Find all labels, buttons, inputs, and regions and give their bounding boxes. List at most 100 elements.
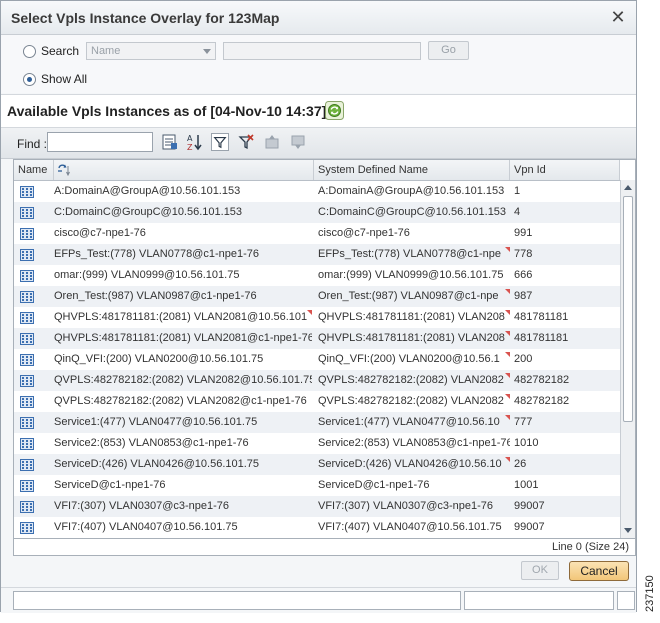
vpls-instance-icon: [20, 396, 34, 408]
cell-system-name: EFPs_Test:(778) VLAN0778@c1-npe: [318, 248, 501, 260]
table-row[interactable]: QHVPLS:481781181:(2081) VLAN2081@10.56.1…: [14, 307, 620, 328]
truncation-marker-icon: [505, 457, 510, 462]
table-row[interactable]: QVPLS:482782182:(2082) VLAN2082@c1-npe1-…: [14, 391, 620, 412]
go-button[interactable]: Go: [428, 41, 469, 60]
scroll-up-icon[interactable]: [624, 185, 632, 190]
dialog-titlebar: Select Vpls Instance Overlay for 123Map …: [1, 1, 636, 35]
table-row[interactable]: cisco@c7-npe1-76 cisco@c7-npe1-76 991: [14, 223, 620, 244]
cell-vpn-id: 666: [514, 269, 533, 281]
vpls-instance-icon: [20, 207, 34, 219]
cell-vpn-id: 777: [514, 416, 533, 428]
search-field-select[interactable]: Name: [86, 42, 216, 60]
cell-vpn-id: 1001: [514, 479, 539, 491]
table-row[interactable]: QinQ_VFI:(200) VLAN0200@10.56.101.75 QinQ…: [14, 349, 620, 370]
table-row[interactable]: Service1:(477) VLAN0477@10.56.101.75 Serv…: [14, 412, 620, 433]
table-row[interactable]: omar:(999) VLAN0999@10.56.101.75 omar:(99…: [14, 265, 620, 286]
export-icon[interactable]: [161, 133, 179, 151]
table-row[interactable]: QHVPLS:481781181:(2081) VLAN2081@c1-npe1…: [14, 328, 620, 349]
move-down-icon[interactable]: [289, 133, 307, 151]
cell-system-name: C:DomainC@GroupC@10.56.101.153: [318, 206, 507, 218]
column-header-name[interactable]: Name: [14, 160, 54, 180]
table-row[interactable]: Oren_Test:(987) VLAN0987@c1-npe1-76 Oren_…: [14, 286, 620, 307]
sort-icon[interactable]: A Z: [185, 133, 203, 151]
cell-system-name: QHVPLS:481781181:(2081) VLAN208: [318, 311, 505, 323]
cell-vpn-id: 1010: [514, 437, 539, 449]
refresh-icon[interactable]: [325, 101, 344, 120]
truncation-marker-icon: [505, 289, 510, 294]
cell-name: cisco@c7-npe1-76: [54, 227, 146, 239]
cell-vpn-id: 1: [514, 185, 521, 197]
truncation-marker-icon: [505, 247, 510, 252]
scrollbar-thumb[interactable]: [623, 196, 633, 422]
table-toolbar: Find : A Z: [1, 128, 636, 159]
clear-filter-icon[interactable]: [237, 133, 255, 151]
cell-vpn-id: 482782182: [514, 374, 570, 386]
vpls-instance-icon: [20, 333, 34, 345]
cell-name: QVPLS:482782182:(2082) VLAN2082@10.56.10…: [54, 374, 312, 386]
vertical-scrollbar[interactable]: [620, 180, 635, 538]
search-input[interactable]: [223, 42, 421, 60]
find-input[interactable]: [47, 132, 153, 152]
dialog-title: Select Vpls Instance Overlay for 123Map: [11, 10, 280, 26]
table-row[interactable]: ServiceD@c1-npe1-76 ServiceD@c1-npe1-76 10…: [14, 475, 620, 496]
cell-vpn-id: 987: [514, 290, 533, 302]
truncation-marker-icon: [505, 310, 510, 315]
cell-name: QVPLS:482782182:(2082) VLAN2082@c1-npe1-…: [54, 395, 307, 407]
search-radio-label: Search: [41, 44, 80, 58]
svg-text:Z: Z: [187, 143, 193, 151]
cell-name: ServiceD@c1-npe1-76: [54, 479, 166, 491]
cell-vpn-id: 26: [514, 458, 527, 470]
cell-name: omar:(999) VLAN0999@10.56.101.75: [54, 269, 240, 281]
figure-id: 237150: [644, 575, 656, 612]
cell-vpn-id: 991: [514, 227, 533, 239]
table-row[interactable]: ServiceD:(426) VLAN0426@10.56.101.75 Serv…: [14, 454, 620, 475]
cell-system-name: A:DomainA@GroupA@10.56.101.153: [318, 185, 505, 197]
search-field-select-value: Name: [91, 45, 121, 57]
table-row[interactable]: A:DomainA@GroupA@10.56.101.153 A:DomainA@…: [14, 181, 620, 202]
cell-system-name: Service2:(853) VLAN0853@c1-npe1-76: [318, 437, 510, 449]
table-row[interactable]: EFPs_Test:(778) VLAN0778@c1-npe1-76 EFPs_…: [14, 244, 620, 265]
vpls-instance-icon: [20, 312, 34, 324]
line-info: Line 0 (Size 24): [551, 541, 629, 553]
table-row[interactable]: VFI7:(307) VLAN0307@c3-npe1-76 VFI7:(307)…: [14, 496, 620, 517]
cell-name: QHVPLS:481781181:(2081) VLAN2081@10.56.1…: [54, 311, 308, 323]
cell-system-name: Oren_Test:(987) VLAN0987@c1-npe: [318, 290, 499, 302]
cell-name: Oren_Test:(987) VLAN0987@c1-npe1-76: [54, 290, 257, 302]
cell-name: Service2:(853) VLAN0853@c1-npe1-76: [54, 437, 249, 449]
scroll-down-icon[interactable]: [624, 528, 632, 533]
cell-system-name: QHVPLS:481781181:(2081) VLAN208: [318, 332, 505, 344]
close-icon[interactable]: ✕: [608, 7, 628, 27]
cell-vpn-id: 481781181: [514, 311, 569, 323]
vpls-instance-icon: [20, 270, 34, 282]
vpls-instance-icon: [20, 438, 34, 450]
table-row[interactable]: VFI7:(407) VLAN0407@10.56.101.75 VFI7:(40…: [14, 517, 620, 538]
available-instances-heading: Available Vpls Instances as of [04-Nov-1…: [7, 103, 327, 119]
cell-system-name: cisco@c7-npe1-76: [318, 227, 410, 239]
table-row[interactable]: Service2:(853) VLAN0853@c1-npe1-76 Servic…: [14, 433, 620, 454]
cancel-button[interactable]: Cancel: [569, 561, 629, 581]
cell-system-name: QVPLS:482782182:(2082) VLAN2082: [318, 395, 504, 407]
column-header-vpn-id[interactable]: Vpn Id: [510, 160, 620, 180]
column-header-sort[interactable]: [54, 160, 314, 180]
search-panel: Search Name Go Show All: [1, 35, 636, 93]
ok-button[interactable]: OK: [521, 561, 559, 580]
table-row[interactable]: QVPLS:482782182:(2082) VLAN2082@10.56.10…: [14, 370, 620, 391]
vpls-instances-table: Name System Defined Name Vpn Id A:Domain…: [13, 159, 636, 539]
cell-system-name: QinQ_VFI:(200) VLAN0200@10.56.1: [318, 353, 500, 365]
sort-ascending-icon: [58, 164, 70, 177]
table-row[interactable]: C:DomainC@GroupC@10.56.101.153 C:DomainC@…: [14, 202, 620, 223]
cell-name: VFI7:(307) VLAN0307@c3-npe1-76: [54, 500, 230, 512]
show-all-radio[interactable]: [23, 73, 36, 86]
table-body: A:DomainA@GroupA@10.56.101.153 A:DomainA@…: [14, 181, 620, 538]
vpls-instance-icon: [20, 375, 34, 387]
move-up-icon[interactable]: [263, 133, 281, 151]
cell-name: ServiceD:(426) VLAN0426@10.56.101.75: [54, 458, 260, 470]
dialog-status-bar: [1, 587, 636, 613]
show-all-radio-label: Show All: [41, 72, 88, 86]
search-radio[interactable]: [23, 45, 36, 58]
cell-name: QinQ_VFI:(200) VLAN0200@10.56.101.75: [54, 353, 264, 365]
filter-icon[interactable]: [211, 133, 229, 151]
column-header-system-name[interactable]: System Defined Name: [314, 160, 510, 180]
cell-vpn-id: 481781181: [514, 332, 569, 344]
select-vpls-dialog: Select Vpls Instance Overlay for 123Map …: [0, 0, 637, 613]
